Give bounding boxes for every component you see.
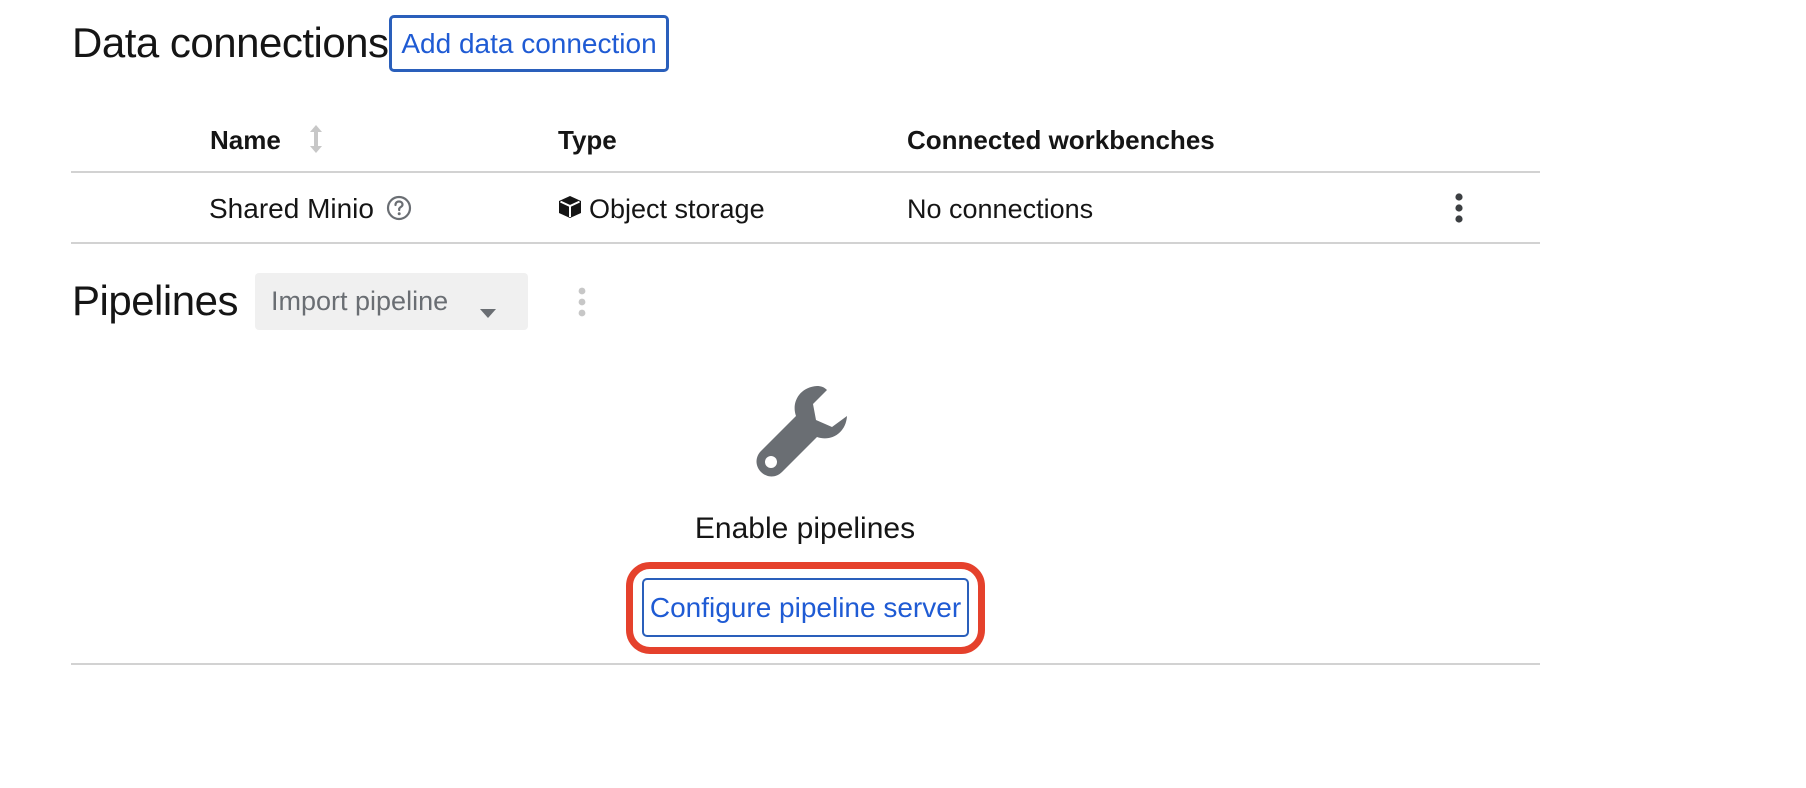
table-bottom-divider	[71, 242, 1540, 244]
data-connections-title: Data connections	[72, 19, 389, 66]
import-pipeline-dropdown[interactable]: Import pipeline	[255, 273, 528, 330]
pipelines-bottom-divider	[71, 663, 1540, 665]
row-connected-workbenches: No connections	[907, 194, 1094, 224]
row-type: Object storage	[589, 194, 765, 224]
cube-icon	[558, 195, 582, 219]
row-name: Shared Minio	[209, 193, 374, 224]
kebab-menu-icon[interactable]	[1449, 193, 1469, 223]
pipelines-kebab-icon[interactable]	[572, 287, 592, 317]
add-data-connection-button[interactable]: Add data connection	[389, 15, 669, 72]
column-header-connected-workbenches: Connected workbenches	[907, 125, 1215, 155]
empty-state-title: Enable pipelines	[694, 512, 916, 545]
caret-down-icon	[479, 296, 497, 327]
column-header-type: Type	[558, 125, 617, 155]
configure-pipeline-server-button[interactable]: Configure pipeline server	[642, 578, 969, 637]
column-header-name[interactable]: Name	[210, 125, 281, 156]
import-pipeline-label: Import pipeline	[271, 286, 449, 316]
pipelines-title: Pipelines	[72, 277, 238, 324]
sort-icon[interactable]	[306, 122, 326, 156]
wrench-icon	[755, 382, 855, 482]
help-icon[interactable]	[386, 195, 412, 221]
table-row: Shared Minio Object storage No connectio…	[0, 173, 1540, 242]
